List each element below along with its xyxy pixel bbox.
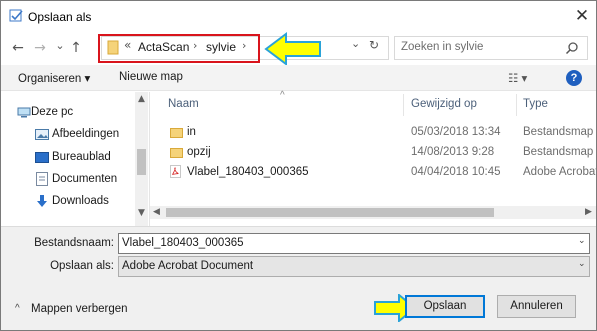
filename-label: Bestandsnaam: <box>34 237 114 249</box>
forward-arrow-icon[interactable]: → <box>31 39 49 57</box>
scroll-up-icon[interactable]: ▲ <box>138 94 145 104</box>
organize-button[interactable]: Organiseren ▾ <box>18 71 90 85</box>
file-row-type: Bestandsmap <box>523 126 594 138</box>
highlight-box <box>98 34 260 63</box>
column-separator[interactable] <box>516 94 517 116</box>
file-row-name[interactable]: opzij <box>187 146 211 158</box>
file-row-name[interactable]: in <box>187 126 196 138</box>
cancel-button[interactable]: Annuleren <box>497 295 576 318</box>
scroll-down-icon[interactable]: ▼ <box>138 208 145 218</box>
close-icon[interactable]: ✕ <box>572 6 592 26</box>
savetype-dropdown-icon[interactable]: ⌄ <box>578 259 586 269</box>
new-folder-button[interactable]: Nieuwe map <box>119 71 183 83</box>
save-dialog-icon <box>9 9 23 22</box>
computer-icon <box>17 107 31 118</box>
chevron-up-icon[interactable]: ^ <box>15 303 20 314</box>
file-row-modified: 14/08/2013 9:28 <box>411 146 495 158</box>
back-arrow-icon[interactable]: ← <box>9 39 27 57</box>
sidebar-scroll-thumb[interactable] <box>137 149 146 175</box>
documents-icon <box>36 172 48 186</box>
view-options-icon[interactable]: ☷ ▾ <box>508 71 527 85</box>
file-row-modified: 05/03/2018 13:34 <box>411 126 501 138</box>
sort-ascending-icon: ^ <box>280 90 285 101</box>
file-row-modified: 04/04/2018 10:45 <box>411 166 501 178</box>
sidebar-item-pictures[interactable]: Afbeeldingen <box>52 128 119 140</box>
sidebar-item-this-pc[interactable]: Deze pc <box>31 106 73 118</box>
pictures-icon <box>35 129 49 140</box>
up-arrow-icon[interactable]: ↑ <box>67 39 85 57</box>
file-row-type: Bestandsmap <box>523 146 594 158</box>
hide-folders-button[interactable]: Mappen verbergen <box>31 303 128 315</box>
annotation-arrow-left <box>264 32 321 66</box>
file-row-type: Adobe Acrobat <box>523 166 597 178</box>
savetype-value[interactable]: Adobe Acrobat Document <box>122 260 253 272</box>
address-dropdown-icon[interactable]: ⌄ <box>351 37 360 50</box>
sidebar-item-documents[interactable]: Documenten <box>52 173 117 185</box>
file-row-name[interactable]: Vlabel_180403_000365 <box>187 166 309 178</box>
sidebar-item-downloads[interactable]: Downloads <box>52 195 109 207</box>
search-icon[interactable] <box>565 41 579 55</box>
filename-value[interactable]: Vlabel_180403_000365 <box>122 237 244 249</box>
scroll-right-icon[interactable]: ▶ <box>585 207 592 217</box>
column-separator[interactable] <box>403 94 404 116</box>
help-icon[interactable]: ? <box>566 70 582 86</box>
filename-dropdown-icon[interactable]: ⌄ <box>578 236 586 246</box>
folder-icon <box>170 148 183 158</box>
sidebar-item-desktop[interactable]: Bureaublad <box>52 151 111 163</box>
desktop-icon <box>35 152 49 163</box>
scroll-left-icon[interactable]: ◀ <box>153 207 160 217</box>
search-placeholder: Zoeken in sylvie <box>401 41 484 53</box>
column-header-name[interactable]: Naam <box>168 98 199 110</box>
window-title: Opslaan als <box>28 10 92 24</box>
column-header-modified[interactable]: Gewijzigd op <box>411 98 477 110</box>
save-as-dialog: Opslaan als ✕ ← → ⌄ ↑ « ActaScan › sylvi… <box>0 0 597 331</box>
folder-icon <box>170 128 183 138</box>
pdf-icon <box>170 165 181 178</box>
savetype-label: Opslaan als: <box>50 260 114 272</box>
refresh-icon[interactable]: ↻ <box>369 38 379 52</box>
downloads-icon <box>37 195 47 207</box>
file-list-scroll-thumb[interactable] <box>166 208 494 217</box>
save-button[interactable]: Opslaan <box>405 295 485 318</box>
column-header-type[interactable]: Type <box>523 98 548 110</box>
